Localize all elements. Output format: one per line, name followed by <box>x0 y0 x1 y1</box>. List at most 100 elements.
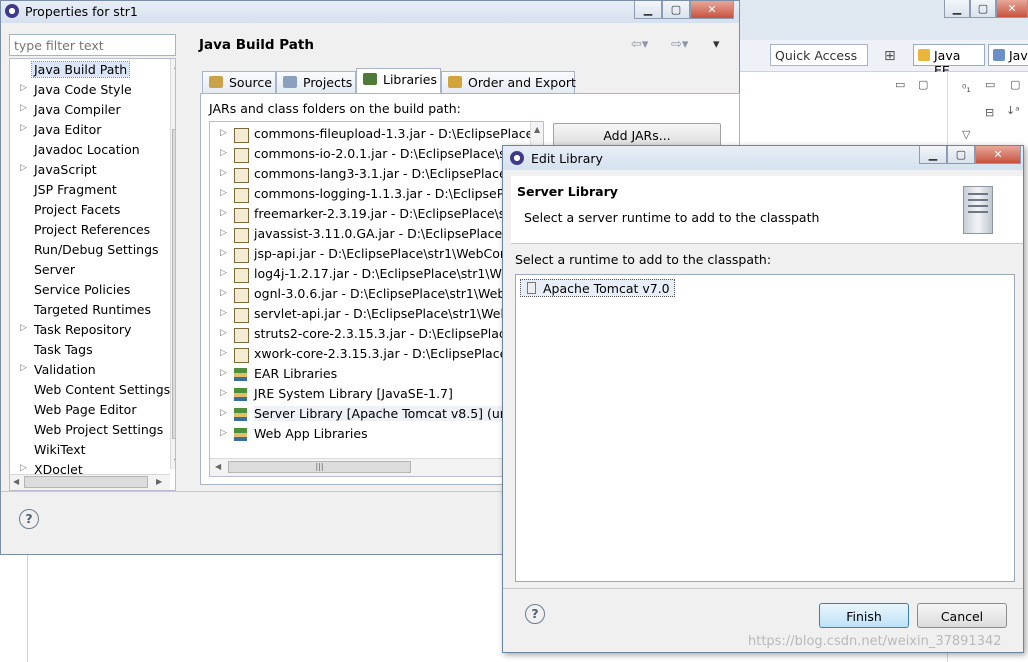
expand-arrow-icon[interactable]: ▷ <box>20 163 27 173</box>
nav-item[interactable]: WikiText <box>10 440 160 460</box>
expand-arrow-icon[interactable]: ▷ <box>20 463 27 473</box>
expand-arrow-icon[interactable]: ▷ <box>220 228 227 238</box>
nav-item[interactable]: ▷ Java Code Style <box>10 80 160 100</box>
nav-item[interactable]: Java Build Path <box>10 60 160 80</box>
properties-maximize-button[interactable]: ▢ <box>662 1 690 19</box>
build-path-entry[interactable]: ▷ commons-logging-1.1.3.jar - D:\EclipseP… <box>210 184 543 204</box>
build-path-entry[interactable]: ▷ servlet-api.jar - D:\EclipsePlace\str1\… <box>210 304 543 324</box>
help-icon[interactable]: ? <box>19 509 39 529</box>
build-path-entry[interactable]: ▷ EAR Libraries <box>210 364 543 384</box>
expand-arrow-icon[interactable]: ▷ <box>220 428 227 438</box>
expand-arrow-icon[interactable]: ▷ <box>220 188 227 198</box>
expand-arrow-icon[interactable]: ▷ <box>20 363 27 373</box>
back-icon[interactable]: ⇦▾ <box>631 37 648 52</box>
expand-arrow-icon[interactable]: ▷ <box>220 268 227 278</box>
nav-item[interactable]: Web Page Editor <box>10 400 160 420</box>
nav-item[interactable]: ▷ Java Compiler <box>10 100 160 120</box>
perspective-java-ee-button[interactable]: Java EE <box>913 44 985 78</box>
nav-item[interactable]: Project Facets <box>10 200 160 220</box>
filter-input[interactable] <box>9 34 176 56</box>
nav-horizontal-scrollbar[interactable]: ◀ ▶ <box>10 474 170 490</box>
nav-item[interactable]: Project References <box>10 220 160 240</box>
outline-menu-icon[interactable]: ▽ <box>962 128 970 141</box>
tab-libraries[interactable]: Libraries <box>356 68 441 94</box>
nav-item[interactable]: Server <box>10 260 160 280</box>
build-path-entry[interactable]: ▷ ognl-3.0.6.jar - D:\EclipsePlace\str1\W… <box>210 284 543 304</box>
expand-arrow-icon[interactable]: ▷ <box>220 128 227 138</box>
nav-item[interactable]: JSP Fragment <box>10 180 160 200</box>
list-hscroll-thumb[interactable]: ||| <box>228 461 411 473</box>
nav-item[interactable]: Web Content Settings <box>10 380 170 400</box>
expand-arrow-icon[interactable]: ▷ <box>20 83 27 93</box>
build-path-entry[interactable]: ▷ commons-fileupload-1.3.jar - D:\Eclipse… <box>210 124 543 144</box>
build-path-entry[interactable]: ▷ xwork-core-2.3.15.3.jar - D:\EclipsePla… <box>210 344 543 364</box>
sort-icon[interactable]: ↓ᵃ <box>1006 104 1020 117</box>
quick-access-field[interactable]: Quick Access <box>770 44 868 66</box>
build-path-entry[interactable]: ▷ Web App Libraries <box>210 424 543 444</box>
build-path-entry[interactable]: ▷ Server Library [Apache Tomcat v8.5] (un… <box>210 404 543 424</box>
nav-item[interactable]: Task Tags <box>10 340 160 360</box>
tab-order-and-export[interactable]: Order and Export <box>441 71 576 93</box>
edit-maximize-button[interactable]: ▢ <box>947 146 975 164</box>
open-perspective-icon[interactable]: ⊞ <box>884 48 896 64</box>
finish-button[interactable]: Finish <box>819 603 909 628</box>
outline-minimize-icon[interactable]: ▭ <box>985 78 995 91</box>
expand-arrow-icon[interactable]: ▷ <box>220 328 227 338</box>
build-path-entry[interactable]: ▷ commons-lang3-3.1.jar - D:\EclipsePlace… <box>210 164 543 184</box>
build-path-entry[interactable]: ▷ log4j-1.2.17.jar - D:\EclipsePlace\str1… <box>210 264 543 284</box>
nav-item[interactable]: Web Project Settings <box>10 420 163 440</box>
expand-arrow-icon[interactable]: ▷ <box>20 123 27 133</box>
expand-arrow-icon[interactable]: ▷ <box>20 103 27 113</box>
tab-projects[interactable]: Projects <box>276 71 356 93</box>
cancel-button[interactable]: Cancel <box>917 603 1007 628</box>
expand-arrow-icon[interactable]: ▷ <box>220 388 227 398</box>
expand-arrow-icon[interactable]: ▷ <box>220 248 227 258</box>
workbench-minimize-button[interactable]: ▁ <box>944 0 970 18</box>
workbench-maximize-button[interactable]: ▢ <box>970 0 996 18</box>
build-path-entry[interactable]: ▷ jsp-api.jar - D:\EclipsePlace\str1\WebC… <box>210 244 543 264</box>
nav-item[interactable]: Run/Debug Settings <box>10 240 160 260</box>
nav-item[interactable]: ▷ Validation <box>10 360 160 380</box>
nav-item[interactable]: Targeted Runtimes <box>10 300 160 320</box>
nav-vertical-scrollbar[interactable]: ▲ ▼ <box>170 59 175 469</box>
edit-minimize-button[interactable]: ▁ <box>919 146 947 164</box>
expand-arrow-icon[interactable]: ▷ <box>220 148 227 158</box>
expand-arrow-icon[interactable]: ▷ <box>220 168 227 178</box>
add-jars-button[interactable]: Add JARs... <box>553 123 721 147</box>
tab-source[interactable]: Source <box>202 71 276 93</box>
nav-item[interactable]: Javadoc Location <box>10 140 160 160</box>
view-menu-icon[interactable]: ▾ <box>713 37 720 52</box>
expand-arrow-icon[interactable]: ▷ <box>20 323 27 333</box>
build-path-entry[interactable]: ▷ freemarker-2.3.19.jar - D:\EclipsePlace… <box>210 204 543 224</box>
build-path-entry[interactable]: ▷ javassist-3.11.0.GA.jar - D:\EclipsePla… <box>210 224 543 244</box>
nav-vscroll-thumb[interactable] <box>172 129 175 439</box>
build-path-entry[interactable]: ▷ JRE System Library [JavaSE-1.7] <box>210 384 543 404</box>
properties-close-button[interactable]: ✕ <box>690 1 734 19</box>
build-path-entry[interactable]: ▷ struts2-core-2.3.15.3.jar - D:\EclipseP… <box>210 324 543 344</box>
expand-arrow-icon[interactable]: ▷ <box>220 308 227 318</box>
nav-hscroll-thumb[interactable] <box>24 476 148 488</box>
workbench-close-button[interactable]: ✕ <box>996 0 1028 18</box>
expand-arrow-icon[interactable]: ▷ <box>220 208 227 218</box>
expand-arrow-icon[interactable]: ▷ <box>220 288 227 298</box>
nav-item[interactable]: ▷ JavaScript <box>10 160 160 180</box>
runtime-item-tomcat[interactable]: Apache Tomcat v7.0 <box>520 279 675 297</box>
perspective-java-button[interactable]: Jav <box>988 44 1028 66</box>
expand-arrow-icon[interactable]: ▷ <box>220 408 227 418</box>
help-icon[interactable]: ? <box>525 604 545 624</box>
expand-arrow-icon[interactable]: ▷ <box>220 368 227 378</box>
forward-icon[interactable]: ⇨▾ <box>671 37 688 52</box>
nav-item[interactable]: Service Policies <box>10 280 160 300</box>
editor-minimize-icon[interactable]: ▭ <box>895 78 905 91</box>
nav-item[interactable]: ▷ Task Repository <box>10 320 160 340</box>
edit-close-button[interactable]: ✕ <box>975 146 1021 164</box>
outline-focus-icon[interactable]: ⁰₁ <box>962 82 971 95</box>
collapse-all-icon[interactable]: ⊟ <box>985 106 994 119</box>
properties-minimize-button[interactable]: ▁ <box>634 1 662 19</box>
build-path-entry[interactable]: ▷ commons-io-2.0.1.jar - D:\EclipsePlace\… <box>210 144 543 164</box>
editor-maximize-icon[interactable]: ▢ <box>918 78 928 91</box>
expand-arrow-icon[interactable]: ▷ <box>220 348 227 358</box>
list-horizontal-scrollbar[interactable]: ◀ ||| <box>210 458 530 476</box>
nav-item[interactable]: ▷ Java Editor <box>10 120 160 140</box>
outline-maximize-icon[interactable]: ▢ <box>1010 78 1020 91</box>
